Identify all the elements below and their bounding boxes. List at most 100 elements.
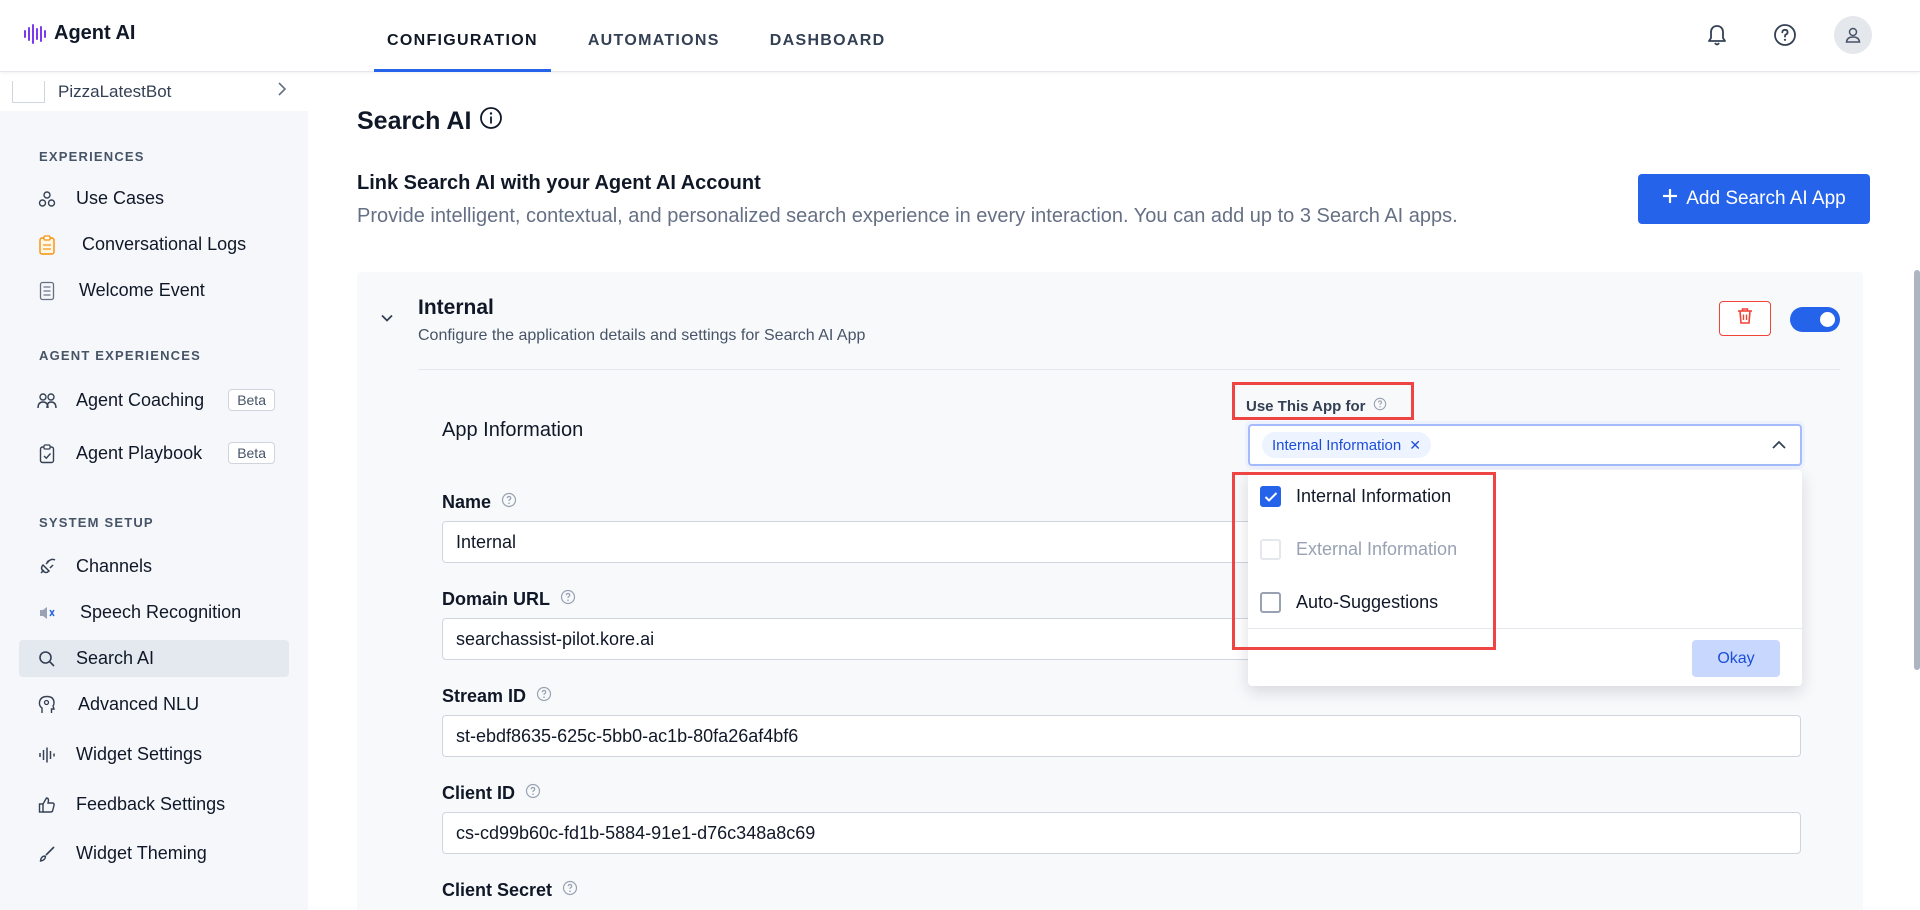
scrollbar[interactable] [1914,270,1920,670]
sidebar-item-conversational-logs[interactable]: Conversational Logs [19,226,289,263]
sidebar-item-label: Use Cases [76,188,165,208]
sidebar-item-advanced-nlu[interactable]: Advanced NLU [19,686,289,723]
name-label-text: Name [442,492,492,512]
brain-icon [37,695,57,715]
name-label: Name [442,492,517,513]
add-button-label: Add Search AI App [1686,188,1846,209]
section-experiences: EXPERIENCES [39,149,145,164]
sidebar-item-label: Search AI [76,648,155,668]
sidebar-item-label: Agent Coaching [76,390,205,410]
checkbox-disabled [1260,539,1281,560]
sidebar-item-agent-coaching[interactable]: Agent Coaching Beta [19,382,289,419]
sidebar-item-search-ai[interactable]: Search AI [19,640,289,677]
sidebar-item-label: Feedback Settings [76,794,226,814]
sidebar-item-widget-settings[interactable]: Widget Settings [19,736,289,773]
section-system-setup: SYSTEM SETUP [39,515,154,530]
search-icon [37,649,57,669]
stream-id-label-text: Stream ID [442,686,527,706]
user-avatar[interactable] [1834,16,1872,54]
sidebar: PizzaLatestBot EXPERIENCES Use Cases Con… [0,72,308,910]
people-icon [37,391,57,411]
bell-icon[interactable] [1698,16,1736,54]
help-icon[interactable] [501,492,517,513]
page-title: Search AI [357,106,503,137]
sidebar-item-use-cases[interactable]: Use Cases [19,180,289,217]
tab-dashboard[interactable]: DASHBOARD [757,0,899,72]
top-bar: Agent AI CONFIGURATION AUTOMATIONS DASHB… [0,0,1920,72]
domain-url-label-text: Domain URL [442,589,550,609]
delete-button[interactable] [1719,301,1771,336]
card-title: Internal [418,296,494,319]
speech-icon [37,603,57,623]
option-auto-suggestions[interactable]: Auto-Suggestions [1260,592,1438,613]
sidebar-item-label: Conversational Logs [82,234,247,254]
client-id-input[interactable]: cs-cd99b60c-fd1b-5884-91e1-d76c348a8c69 [442,812,1801,854]
divider [418,369,1840,370]
sidebar-item-label: Widget Settings [76,744,203,764]
help-icon[interactable] [562,880,578,901]
list-icon [37,281,57,301]
sidebar-item-label: Advanced NLU [78,694,200,714]
client-id-label: Client ID [442,783,541,804]
info-icon[interactable] [479,106,503,137]
beta-badge: Beta [228,442,275,464]
plug-icon [37,557,57,577]
bot-name: PizzaLatestBot [58,81,172,101]
option-label: External Information [1296,539,1458,559]
client-secret-label-text: Client Secret [442,880,553,900]
add-search-ai-app-button[interactable]: Add Search AI App [1638,174,1870,224]
stream-id-label: Stream ID [442,686,552,707]
sidebar-item-channels[interactable]: Channels [19,548,289,585]
bot-image [12,80,45,103]
sidebar-item-label: Speech Recognition [80,602,242,622]
client-id-label-text: Client ID [442,783,516,803]
top-actions [1698,16,1872,54]
option-external-information: External Information [1260,539,1457,560]
domain-url-label: Domain URL [442,589,576,610]
help-icon[interactable] [560,589,576,610]
beta-badge: Beta [228,389,275,411]
stream-id-input[interactable]: st-ebdf8635-625c-5bb0-ac1b-80fa26af4bf6 [442,715,1801,757]
chevron-down-icon[interactable] [379,310,395,331]
okay-button[interactable]: Okay [1692,640,1780,677]
use-app-for-label-text: Use This App for [1246,397,1366,415]
trash-icon [1737,307,1753,330]
page-title-text: Search AI [357,107,472,135]
waveform-icon [37,745,57,765]
sidebar-item-agent-playbook[interactable]: Agent Playbook Beta [19,435,289,472]
link-title: Link Search AI with your Agent AI Accoun… [357,172,761,194]
link-description: Provide intelligent, contextual, and per… [357,205,1458,227]
use-app-for-select[interactable]: Internal Information ✕ [1248,424,1802,466]
option-internal-information[interactable]: Internal Information [1260,486,1451,507]
use-app-for-label: Use This App for [1246,397,1387,415]
sidebar-item-speech-recognition[interactable]: Speech Recognition [19,594,289,631]
tab-configuration[interactable]: CONFIGURATION [374,0,551,72]
help-icon[interactable] [1766,16,1804,54]
help-icon[interactable] [1373,397,1387,415]
use-app-for-dropdown: Internal Information External Informatio… [1248,470,1802,686]
help-icon[interactable] [536,686,552,707]
sidebar-item-label: Welcome Event [79,280,205,300]
sidebar-item-welcome-event[interactable]: Welcome Event [19,272,289,309]
app-logo[interactable]: Agent AI [24,22,135,45]
plus-icon [1662,188,1678,210]
section-agent-experiences: AGENT EXPERIENCES [39,348,201,363]
enable-toggle[interactable] [1790,307,1840,332]
checkbox[interactable] [1260,592,1281,613]
sidebar-item-label: Agent Playbook [76,443,203,463]
sidebar-item-label: Widget Theming [76,843,207,863]
bot-selector[interactable]: PizzaLatestBot [0,72,308,111]
checkbox-checked[interactable] [1260,486,1281,507]
sidebar-item-feedback-settings[interactable]: Feedback Settings [19,786,289,823]
sidebar-item-widget-theming[interactable]: Widget Theming [19,835,289,872]
tab-automations[interactable]: AUTOMATIONS [575,0,733,72]
chevron-up-icon[interactable] [1770,436,1788,459]
divider [1248,628,1802,629]
app-information-heading: App Information [442,419,584,441]
help-icon[interactable] [525,783,541,804]
playbook-icon [37,443,57,464]
card-subtitle: Configure the application details and se… [418,327,866,344]
thumbs-up-icon [37,795,57,815]
remove-chip-icon[interactable]: ✕ [1409,437,1421,454]
use-cases-icon [37,189,57,209]
